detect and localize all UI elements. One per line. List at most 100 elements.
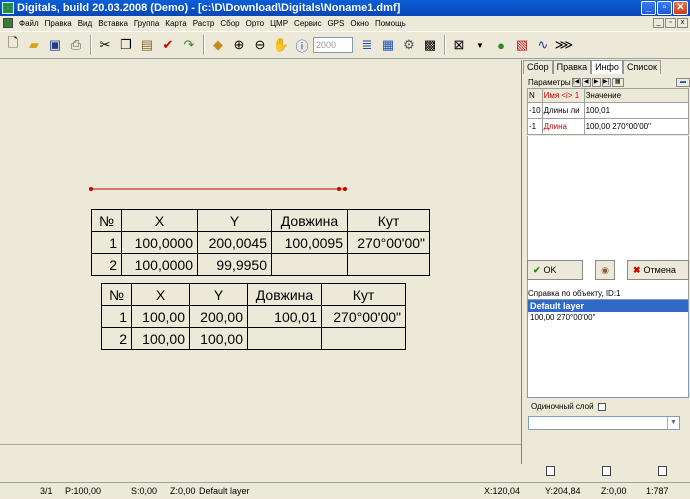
open-folder-icon[interactable]: ▰ (24, 35, 44, 55)
layer-title[interactable]: Default layer (528, 300, 688, 312)
check-icon: ✔ (533, 264, 541, 275)
menu-insert[interactable]: Вставка (95, 19, 131, 28)
table-cell (247, 327, 322, 350)
vertex-marker (89, 187, 93, 191)
ok-button[interactable]: ✔ OK (527, 260, 583, 280)
hand-icon[interactable]: ✋ (271, 35, 291, 55)
save-icon[interactable]: ▣ (45, 35, 65, 55)
info-icon[interactable]: ⓘ (292, 35, 312, 55)
layout-center-icon[interactable] (601, 466, 611, 476)
coordinates-table-1: № X Y Довжина Кут 1 100,0000 200,0045 10… (91, 209, 430, 276)
layout-right-icon[interactable] (657, 466, 667, 476)
menu-collect[interactable]: Сбор (217, 19, 242, 28)
coordinates-table-2: № X Y Довжина Кут 1 100,00 200,00 100,01… (101, 283, 406, 350)
table-view-icon[interactable]: ▦ (611, 77, 624, 87)
status-layer: Default layer (199, 486, 250, 496)
mdi-restore-button[interactable]: ▫ (665, 18, 676, 28)
ok-label: OK (543, 265, 557, 275)
mdi-minimize-button[interactable]: _ (653, 18, 664, 28)
menu-window[interactable]: Окно (347, 19, 372, 28)
cancel-button[interactable]: ✖ Отмена (627, 260, 689, 280)
copy-icon[interactable]: ❐ (116, 35, 136, 55)
menu-edit[interactable]: Правка (42, 19, 75, 28)
layer-select[interactable]: ▼ (528, 416, 680, 430)
canvas-bottom-divider (0, 444, 521, 445)
table-header: Y (197, 209, 272, 232)
tab-collect[interactable]: Сбор (523, 60, 553, 74)
menu-dem[interactable]: ЦМР (267, 19, 291, 28)
paste-icon[interactable]: ▤ (137, 35, 157, 55)
document-icon[interactable] (3, 18, 13, 28)
export-icon[interactable]: ▬ (676, 77, 690, 87)
dropdown-arrow-icon[interactable]: ▼ (470, 35, 490, 55)
curve-icon[interactable]: ∿ (533, 35, 553, 55)
map-canvas[interactable]: № X Y Довжина Кут 1 100,0000 200,0045 10… (0, 60, 521, 464)
layout-left-icon[interactable] (546, 466, 556, 476)
menu-group[interactable]: Группа (131, 19, 162, 28)
settings-icon[interactable]: ⚙ (399, 35, 419, 55)
zoom-out-icon[interactable]: ⊖ (250, 35, 270, 55)
next-record-icon[interactable]: ▶ (591, 77, 601, 87)
last-record-icon[interactable]: ▶| (601, 77, 611, 87)
table-header: X (131, 283, 190, 306)
menu-help[interactable]: Помощь (372, 19, 409, 28)
redo-icon[interactable]: ↷ (179, 35, 199, 55)
eye-button[interactable]: ◉ (595, 260, 615, 280)
menu-map[interactable]: Карта (162, 19, 189, 28)
tab-list[interactable]: Список (622, 60, 661, 74)
side-panel: Сбор Правка Инфо Список Параметры |◀ ◀ ▶… (523, 60, 690, 476)
scale-input[interactable]: 2000 (313, 37, 353, 53)
menu-ortho[interactable]: Орто (243, 19, 268, 28)
chevron-down-icon[interactable]: ▼ (667, 417, 679, 429)
table-cell: 100,01 (247, 305, 322, 328)
table-cell[interactable]: 100,00 270°00'00" (583, 118, 690, 135)
help-label: Справка по объекту, ID:1 (528, 289, 621, 298)
tab-edit[interactable]: Правка (552, 60, 592, 74)
first-record-icon[interactable]: |◀ (571, 77, 581, 87)
params-bar: Параметры |◀ ◀ ▶ ▶| ▦ ▬ (528, 76, 690, 88)
mdi-close-button[interactable]: x (677, 18, 688, 28)
pan-arrow-icon[interactable]: ◆ (208, 35, 228, 55)
column-header[interactable]: Имя <i> 1 (541, 88, 585, 103)
table-icon[interactable]: ▦ (378, 35, 398, 55)
object-help-box[interactable]: Default layer 100,00 270°00'00" (527, 299, 689, 398)
cut-icon[interactable]: ✂ (95, 35, 115, 55)
table-cell: 2 (101, 327, 132, 350)
menu-gps[interactable]: GPS (324, 19, 347, 28)
table-cell[interactable]: 100,01 (583, 102, 690, 119)
single-layer-checkbox[interactable] (597, 402, 606, 411)
table-cell: 270°00'00" (321, 305, 406, 328)
single-layer-option: Одиночный слой (531, 402, 606, 411)
print-icon[interactable]: ⎙ (66, 35, 86, 55)
menu-raster[interactable]: Растр (190, 19, 218, 28)
zoom-in-icon[interactable]: ⊕ (229, 35, 249, 55)
table-header: № (91, 209, 122, 232)
select-tool-icon[interactable]: ⊠ (449, 35, 469, 55)
new-file-icon[interactable]: 🗋 (3, 35, 23, 55)
column-header: N (527, 88, 543, 103)
menu-service[interactable]: Сервис (291, 19, 324, 28)
grid-icon[interactable]: ▩ (420, 35, 440, 55)
table-header: Довжина (271, 209, 348, 232)
prev-record-icon[interactable]: ◀ (581, 77, 591, 87)
tab-info[interactable]: Инфо (591, 60, 623, 74)
window-title: Digitals, build 20.03.2008 (Demo) - [c:\… (17, 2, 401, 14)
close-button[interactable]: ✕ (673, 1, 688, 15)
menu-bar: Файл Правка Вид Вставка Группа Карта Рас… (0, 16, 690, 30)
traffic-light-icon[interactable]: ● (491, 35, 511, 55)
table-cell (321, 327, 406, 350)
maximize-button[interactable]: ▫ (657, 1, 672, 15)
minimize-button[interactable]: _ (641, 1, 656, 15)
menu-file[interactable]: Файл (16, 19, 42, 28)
raster-icon[interactable]: ▧ (512, 35, 532, 55)
hatch-icon[interactable]: ⋙ (554, 35, 574, 55)
panel-divider[interactable] (521, 60, 522, 464)
layers-icon[interactable]: ≣ (357, 35, 377, 55)
status-y: Y:204,84 (545, 486, 581, 496)
menu-view[interactable]: Вид (75, 19, 95, 28)
vertex-marker (343, 187, 347, 191)
table-header: Y (189, 283, 248, 306)
parameters-header-row: N Имя <i> 1 Значение (527, 88, 690, 103)
check-icon[interactable]: ✔ (158, 35, 178, 55)
dialog-buttons: ✔ OK ◉ ✖ Отмена (527, 260, 689, 280)
